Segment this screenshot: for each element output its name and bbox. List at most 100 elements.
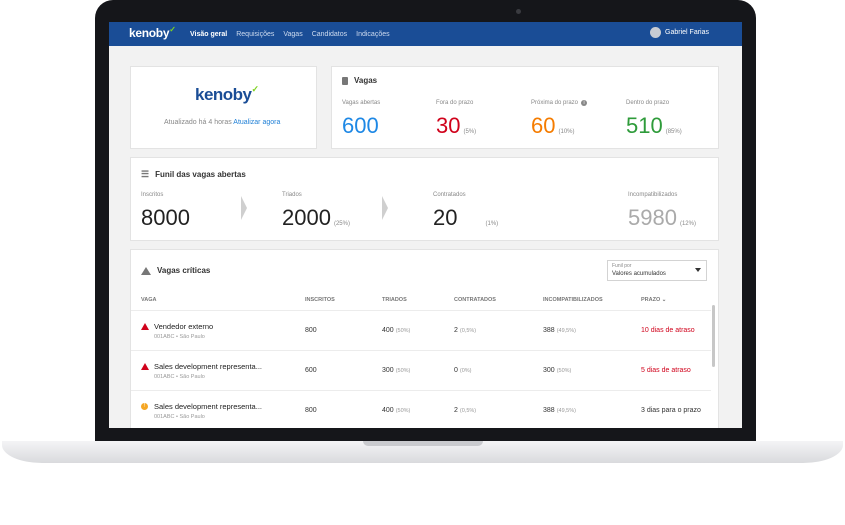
cell-value: 300 (543, 367, 555, 374)
table-row[interactable]: ! Sales development representa... 001ABC… (131, 390, 711, 428)
info-icon[interactable]: i (581, 100, 588, 106)
funnel-value-incompat: 5980 (12%) (628, 205, 696, 231)
avatar (650, 27, 662, 38)
cell-prazo: 3 dias para o prazo (641, 407, 701, 414)
nav-item-requisicoes[interactable]: Requisições (236, 31, 274, 38)
funnel-number: 20 (433, 205, 458, 230)
cell-pct: (50%) (556, 368, 572, 374)
funnel-pct: (12%) (679, 221, 696, 227)
cell-pct: (49,5%) (556, 408, 576, 414)
user-name: Gabriel Farias (665, 29, 709, 36)
col-header-incompat[interactable]: INCOMPATIBILIZADOS (543, 297, 603, 303)
stat-value-ontime: 510 (85%) (626, 113, 682, 139)
col-header-prazo[interactable]: PRAZO ⌄ (641, 297, 666, 303)
nav-item-candidatos[interactable]: Candidatos (312, 31, 347, 38)
stat-value-open: 600 (342, 113, 379, 139)
nav-item-vagas[interactable]: Vagas (283, 31, 302, 38)
cell-triados: 300 (50%) (382, 367, 410, 374)
funnel-card: ☰ Funil das vagas abertas Inscritos 8000… (130, 157, 719, 241)
cell-contratados: 0 (0%) (454, 367, 472, 374)
col-header-contratados[interactable]: CONTRATADOS (454, 297, 496, 303)
col-header-triados[interactable]: TRIADOS (382, 297, 407, 303)
cell-pct: (0,5%) (459, 328, 477, 334)
funnel-label-triados: Triados (282, 192, 302, 198)
vagas-summary-card: Vagas Vagas abertas 600 Fora do prazo 30… (331, 66, 719, 149)
vagas-title-text: Vagas (354, 76, 378, 85)
stat-value-near: 60 (10%) (531, 113, 575, 139)
critical-title-text: Vagas críticas (157, 266, 211, 275)
company-logo: kenoby✓ (195, 84, 260, 105)
col-header-vaga[interactable]: VAGA (141, 297, 156, 303)
alert-triangle-icon (141, 323, 149, 330)
vaga-name[interactable]: Sales development representa... (154, 402, 262, 411)
stat-pct: (5%) (463, 129, 477, 135)
funnel-number: 2000 (282, 205, 331, 230)
cell-pct: (0%) (459, 368, 472, 374)
cell-incompat: 388 (49,5%) (543, 407, 576, 414)
nav-item-indicacoes[interactable]: Indicações (356, 31, 389, 38)
stat-value-late: 30 (5%) (436, 113, 476, 139)
cell-contratados: 2 (0,5%) (454, 407, 476, 414)
stat-pct: (10%) (558, 129, 575, 135)
stat-label-open: Vagas abertas (342, 100, 381, 106)
filter-icon: ☰ (141, 169, 150, 179)
check-icon: ✓ (251, 84, 260, 94)
select-value: Valores acumulados (612, 271, 666, 277)
funnel-label-contratados: Contratados (433, 192, 466, 198)
vagas-title: Vagas (342, 76, 377, 85)
cell-prazo: 10 dias de atraso (641, 327, 695, 334)
vaga-sub: 001ABC • São Paulo (154, 334, 205, 340)
company-logo-text: kenoby (195, 85, 252, 104)
clipboard-icon (342, 76, 348, 85)
stat-number: 510 (626, 113, 663, 138)
cell-pct: (49,5%) (556, 328, 576, 334)
stat-label-late: Fora do prazo (436, 100, 474, 106)
table-scrollbar[interactable] (712, 305, 715, 367)
cell-value: 2 (454, 327, 458, 334)
cell-incompat: 300 (50%) (543, 367, 571, 374)
kenoby-logo[interactable]: kenoby✓ (129, 25, 176, 40)
critical-vagas-card: Vagas críticas Funil por Valores acumula… (130, 249, 719, 428)
cell-pct: (0,5%) (459, 408, 477, 414)
cell-pct: (50%) (395, 328, 411, 334)
cell-inscritos: 600 (305, 367, 317, 374)
nav-item-visao-geral[interactable]: Visão geral (190, 31, 227, 38)
funnel-select[interactable]: Funil por Valores acumulados (607, 260, 707, 281)
updated-text: Atualizado há 4 horas (164, 119, 232, 126)
funnel-value-contratados: 20 (1%) (433, 205, 498, 231)
table-row[interactable]: Vendedor externo 001ABC • São Paulo 800 … (131, 310, 711, 351)
chevron-right-icon (241, 196, 247, 220)
laptop-notch (363, 441, 483, 446)
user-menu[interactable]: Gabriel Farias (650, 27, 709, 38)
stat-number: 600 (342, 113, 379, 138)
cell-pct: (50%) (395, 408, 411, 414)
funnel-value-triados: 2000 (25%) (282, 205, 350, 231)
cell-triados: 400 (50%) (382, 407, 410, 414)
table-row[interactable]: Sales development representa... 001ABC •… (131, 350, 711, 391)
cell-incompat: 388 (49,5%) (543, 327, 576, 334)
col-header-inscritos[interactable]: INSCRITOS (305, 297, 335, 303)
stat-number: 60 (531, 113, 556, 138)
chevron-down-icon (695, 268, 701, 272)
update-now-link[interactable]: Atualizar agora (233, 119, 280, 126)
top-navbar: kenoby✓ Visão geral Requisições Vagas Ca… (109, 22, 742, 46)
vaga-name[interactable]: Sales development representa... (154, 362, 262, 371)
funnel-pct: (1%) (485, 221, 499, 227)
vaga-sub: 001ABC • São Paulo (154, 374, 205, 380)
cell-value: 400 (382, 407, 394, 414)
stat-label-ontime: Dentro do prazo (626, 100, 670, 106)
camera-icon (516, 9, 521, 14)
vaga-name[interactable]: Vendedor externo (154, 322, 213, 331)
funnel-title: ☰ Funil das vagas abertas (141, 169, 246, 180)
cell-inscritos: 800 (305, 327, 317, 334)
cell-prazo: 5 dias de atraso (641, 367, 691, 374)
funnel-number: 8000 (141, 205, 190, 230)
funnel-value-inscritos: 8000 (141, 205, 190, 231)
cell-value: 388 (543, 327, 555, 334)
select-label: Funil por (612, 263, 632, 269)
stat-label-near: Próxima do prazo i (531, 100, 588, 106)
funnel-label-inscritos: Inscritos (141, 192, 164, 198)
stat-number: 30 (436, 113, 461, 138)
cell-value: 0 (454, 367, 458, 374)
funnel-number: 5980 (628, 205, 677, 230)
